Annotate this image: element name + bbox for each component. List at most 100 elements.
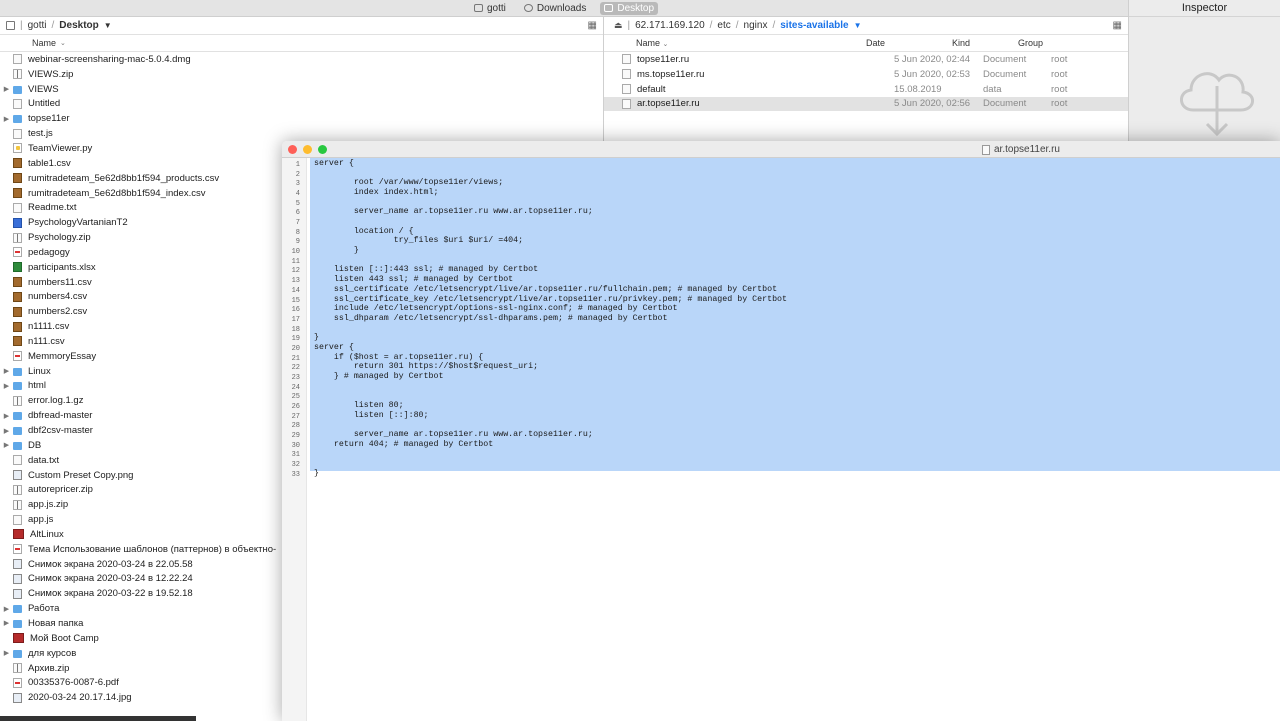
file-name: Readme.txt (28, 202, 77, 214)
tab-downloads[interactable]: Downloads (520, 2, 590, 15)
tab-desktop[interactable]: Desktop (600, 1, 659, 15)
line-number: 29 (291, 432, 300, 441)
disclosure-triangle-icon[interactable]: ▶ (0, 605, 13, 613)
code-line: listen [::]:443 ssl; # managed by Certbo… (314, 265, 539, 275)
column-name[interactable]: Name (0, 38, 56, 48)
table-row[interactable]: default 15.08.2019 data root (604, 82, 1128, 97)
folder-file-icon (13, 605, 22, 614)
cell-date: 5 Jun 2020, 02:44 (894, 53, 971, 65)
column-kind[interactable]: Kind (950, 38, 1018, 48)
disclosure-triangle-icon[interactable]: ▶ (0, 619, 13, 627)
file-name: app.js.zip (28, 499, 69, 511)
path-segment-current[interactable]: sites-available (780, 20, 848, 31)
path-segment[interactable]: etc (717, 20, 730, 31)
line-number: 23 (291, 373, 300, 382)
close-button[interactable] (288, 145, 297, 154)
line-number: 33 (291, 470, 300, 479)
line-number: 28 (291, 422, 300, 431)
minimize-button[interactable] (303, 145, 312, 154)
list-item[interactable]: ▶ VIEWS (0, 82, 603, 97)
editor-title-bar: ar.topse11er.ru (282, 141, 1280, 158)
code-line: ssl_dhparam /etc/letsencrypt/ssl-dhparam… (314, 313, 668, 323)
grid-view-icon[interactable]: ▦ (588, 20, 597, 31)
folder-file-icon (13, 85, 22, 94)
list-item[interactable]: VIEWS.zip (0, 67, 603, 82)
file-name: participants.xlsx (28, 261, 96, 273)
red-file-icon (13, 529, 24, 540)
line-number: 4 (295, 190, 300, 199)
list-item[interactable]: webinar-screensharing-mac-5.0.4.dmg (0, 52, 603, 67)
link-file-icon (13, 544, 22, 555)
disclosure-triangle-icon[interactable]: ▶ (0, 412, 13, 420)
path-segment[interactable]: 62.171.169.120 (635, 20, 705, 31)
disclosure-triangle-icon[interactable]: ▶ (0, 441, 13, 449)
chevron-down-icon[interactable]: ▼ (104, 21, 112, 30)
csv-file-icon (13, 158, 22, 169)
column-group[interactable]: Group (1018, 38, 1043, 48)
code-line: try_files $uri $uri/ =404; (314, 236, 524, 246)
table-row[interactable]: ms.topse11er.ru 5 Jun 2020, 02:53 Document… (604, 67, 1128, 82)
code-line: listen 443 ssl; # managed by Certbot (314, 275, 514, 285)
line-number: 1 (295, 161, 300, 169)
folder-file-icon (13, 115, 22, 124)
list-item[interactable]: ▶ topse11er (0, 111, 603, 126)
disclosure-triangle-icon[interactable]: ▶ (0, 367, 13, 375)
file-file-icon (13, 514, 22, 525)
cell-group: root (1051, 83, 1068, 95)
table-row[interactable]: topse11er.ru 5 Jun 2020, 02:44 Document roo… (604, 52, 1128, 67)
disclosure-triangle-icon[interactable]: ▶ (0, 382, 13, 390)
chevron-down-icon[interactable]: ▼ (854, 21, 862, 30)
column-date[interactable]: Date (861, 38, 950, 48)
file-name: rumitradeteam_5e62d8bb1f594_products.csv (28, 172, 220, 184)
tab-gotti[interactable]: gotti (470, 2, 510, 15)
file-name: DB (28, 439, 42, 451)
disclosure-triangle-icon[interactable]: ▶ (0, 427, 13, 435)
cell-name: ms.topse11er.ru (637, 68, 705, 80)
link-file-icon (13, 247, 22, 258)
code-editor[interactable]: server { root /var/www/topse11er/views; … (307, 158, 1280, 721)
file-name: table1.csv (28, 157, 71, 169)
list-item[interactable]: test.js (0, 126, 603, 141)
file-name: numbers11.csv (28, 276, 92, 288)
table-row[interactable]: ar.topse11er.ru 5 Jun 2020, 02:56 Document… (604, 96, 1128, 112)
scroll-indicator[interactable] (0, 716, 196, 721)
grid-view-icon[interactable]: ▦ (1113, 20, 1122, 31)
line-number: 24 (291, 383, 300, 392)
file-name: PsychologyVartanianT2 (28, 217, 128, 229)
column-name[interactable]: Name ⌄ (604, 38, 861, 48)
zoom-button[interactable] (318, 145, 327, 154)
code-line: } (314, 468, 319, 478)
file-name: numbers2.csv (28, 306, 88, 318)
disclosure-triangle-icon[interactable]: ▶ (0, 115, 13, 123)
path-segment[interactable]: nginx (744, 20, 768, 31)
path-segment[interactable]: gotti (28, 20, 47, 31)
zip-file-icon (13, 232, 22, 243)
cell-group: root (1051, 98, 1068, 110)
file-name: n1111.csv (28, 321, 70, 333)
img-file-icon (13, 559, 22, 570)
disclosure-triangle-icon[interactable]: ▶ (0, 85, 13, 93)
file-name: Снимок экрана 2020-03-24 в 22.05.58 (28, 558, 193, 570)
cell-date: 5 Jun 2020, 02:53 (894, 68, 971, 80)
list-item[interactable]: Untitled (0, 97, 603, 112)
eject-icon[interactable]: ⏏ (614, 20, 623, 31)
tab-label: Downloads (536, 2, 587, 14)
disclosure-triangle-icon[interactable]: ▶ (0, 649, 13, 657)
editor-title-text: ar.topse11er.ru (994, 144, 1060, 155)
line-number: 20 (291, 344, 300, 353)
file-name: Работа (28, 603, 60, 615)
right-path-bar: ⏏ | 62.171.169.120 / etc / nginx / sites… (604, 17, 1128, 35)
line-number: 3 (295, 180, 300, 189)
code-line: include /etc/letsencrypt/options-ssl-ngi… (314, 304, 678, 314)
code-line: return 404; # managed by Certbot (314, 439, 494, 449)
file-name: Снимок экрана 2020-03-22 в 19.52.18 (28, 588, 193, 600)
left-column-header[interactable]: Name ⌄ (0, 35, 603, 52)
line-number: 30 (291, 441, 300, 450)
file-name: dbfread-master (28, 410, 93, 422)
sort-chevron-icon: ⌄ (60, 40, 66, 47)
file-name: MemmoryEssay (28, 350, 97, 362)
line-number: 19 (291, 335, 300, 344)
code-line: server { (314, 342, 354, 352)
path-segment-current[interactable]: Desktop (59, 20, 98, 31)
line-number: 11 (291, 257, 300, 266)
